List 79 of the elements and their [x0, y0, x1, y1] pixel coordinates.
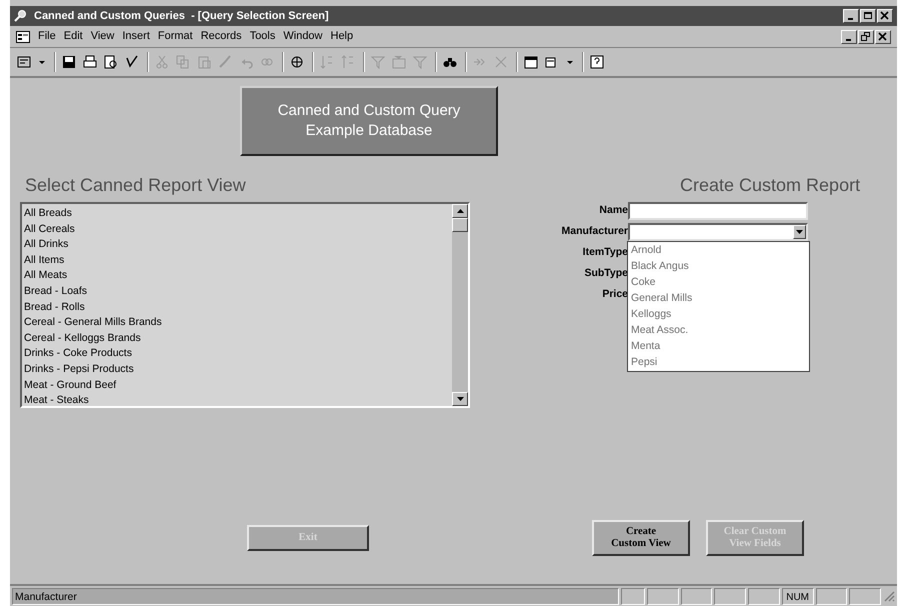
- status-panel: [714, 588, 746, 604]
- list-item[interactable]: Cereal - Kelloggs Brands: [24, 330, 452, 346]
- dropdown-option[interactable]: Arnold: [631, 242, 809, 258]
- field-label: Price: [601, 287, 628, 302]
- text-field[interactable]: [628, 202, 808, 220]
- status-panel: [646, 588, 678, 604]
- menu-item[interactable]: Help: [330, 28, 354, 45]
- copy-icon: [175, 54, 191, 70]
- status-panel: [620, 588, 645, 604]
- filter-icon: [370, 54, 386, 70]
- dropdown-option[interactable]: Kelloggs: [631, 306, 809, 322]
- status-message: Manufacturer: [12, 588, 619, 604]
- menu-item[interactable]: Window: [283, 28, 322, 45]
- apply-filter-icon: [412, 54, 428, 70]
- close-icon[interactable]: [878, 32, 888, 42]
- resize-grip-icon[interactable]: [883, 590, 895, 602]
- dropdown-option[interactable]: Pepsi: [631, 354, 809, 370]
- list-item[interactable]: Bread - Loafs: [24, 284, 452, 300]
- list-item[interactable]: All Breads: [24, 206, 452, 222]
- banner-text: Canned and Custom Query: [278, 101, 460, 121]
- list-item[interactable]: Cereal - General Mills Brands: [24, 315, 452, 331]
- dropdown-option[interactable]: General Mills: [631, 290, 809, 306]
- field-label: SubType: [583, 266, 628, 282]
- field-label: ItemType: [582, 245, 628, 260]
- list-item[interactable]: All Drinks: [24, 237, 452, 253]
- dropdown-option[interactable]: Menta: [631, 338, 809, 354]
- maximize-icon[interactable]: [863, 11, 873, 21]
- field-label: Manufacturer: [560, 224, 628, 240]
- list-item[interactable]: Drinks - Pepsi Products: [24, 362, 452, 378]
- menu-item[interactable]: Insert: [122, 28, 150, 45]
- save-icon[interactable]: [61, 54, 77, 70]
- list-item[interactable]: Drinks - Coke Products: [24, 346, 452, 362]
- maximize-button[interactable]: [860, 9, 876, 23]
- report-list[interactable]: [20, 202, 470, 408]
- menu-item[interactable]: View: [90, 28, 114, 45]
- status-panel: [849, 588, 881, 604]
- status-panel: [748, 588, 780, 604]
- print-icon[interactable]: [82, 54, 98, 70]
- form-icon: [16, 30, 30, 42]
- restore-button[interactable]: [858, 30, 874, 44]
- status-panel: [816, 588, 848, 604]
- close-button[interactable]: [875, 30, 891, 44]
- list-item[interactable]: Bread - Rolls: [24, 300, 452, 316]
- restore-icon[interactable]: [861, 32, 871, 42]
- section-title: Create Custom Report: [680, 174, 862, 196]
- menu-item[interactable]: File: [38, 28, 56, 45]
- list-item[interactable]: Meat - Ground Beef: [24, 378, 452, 394]
- field-label: Name: [598, 203, 628, 218]
- help-icon[interactable]: [589, 54, 605, 70]
- dropdown-field[interactable]: [628, 223, 808, 241]
- menu-item[interactable]: Format: [158, 28, 193, 45]
- dropdown-option[interactable]: Meat Assoc.: [631, 322, 809, 338]
- magnifier-icon: [14, 9, 28, 23]
- action-button[interactable]: Create Custom View: [592, 520, 690, 556]
- print-preview-icon[interactable]: [103, 54, 119, 70]
- list-item[interactable]: Meat - Steaks: [24, 393, 452, 406]
- list-item[interactable]: All Cereals: [24, 222, 452, 238]
- sort-ascending-icon: [319, 54, 335, 70]
- scrollbar[interactable]: [452, 204, 468, 406]
- num-lock-indicator: NUM: [782, 588, 814, 604]
- sort-descending-icon: [340, 54, 356, 70]
- minimize-button[interactable]: [841, 30, 857, 44]
- cut-icon: [154, 54, 170, 70]
- minimize-button[interactable]: [843, 9, 859, 23]
- close-icon[interactable]: [880, 11, 890, 21]
- dropdown-list[interactable]: Arnold Black Angus Coke General Mills Kelloggs Meat Assoc. Menta Pepsi: [627, 241, 810, 372]
- close-button[interactable]: [877, 9, 893, 23]
- dropdown-option[interactable]: Black Angus: [631, 258, 809, 274]
- scroll-thumb[interactable]: [452, 218, 468, 232]
- list-item[interactable]: All Meats: [24, 268, 452, 284]
- status-panel: [680, 588, 712, 604]
- window-title: Canned and Custom Queries - [Query Selection Screen]: [34, 8, 329, 24]
- section-title: Select Canned Report View: [25, 174, 247, 196]
- banner-text: Example Database: [306, 121, 432, 141]
- menu-item[interactable]: Edit: [64, 28, 83, 45]
- dropdown-option[interactable]: Coke: [631, 274, 809, 290]
- menu-item[interactable]: Records: [200, 28, 242, 45]
- list-item[interactable]: All Items: [24, 252, 452, 268]
- menu-item[interactable]: Tools: [250, 28, 276, 45]
